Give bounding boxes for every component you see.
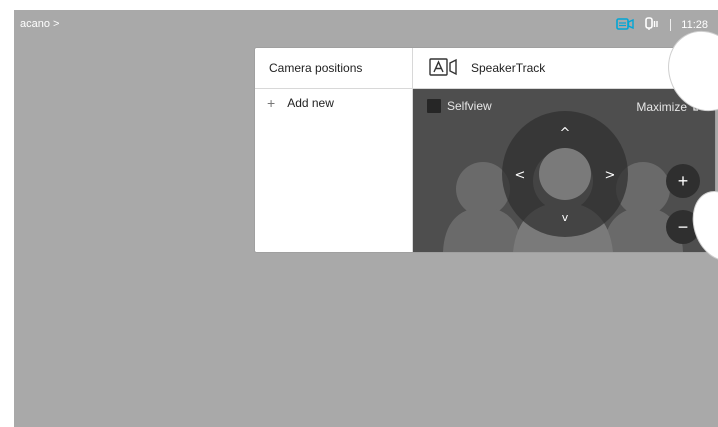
add-new-button[interactable]: + Add new	[255, 89, 412, 117]
camera-positions-column: Camera positions + Add new	[255, 48, 413, 252]
zoom-in-button[interactable]: +	[666, 164, 700, 198]
clock: 11:28	[681, 19, 708, 31]
camera-positions-title: Camera positions	[255, 48, 412, 89]
selfview-preview: Selfview Maximize ^ v < > + −	[413, 89, 715, 252]
pan-right-icon[interactable]: >	[605, 168, 616, 183]
speakertrack-icon	[429, 57, 459, 79]
add-new-label: Add new	[287, 96, 334, 110]
pan-up-icon[interactable]: ^	[560, 126, 571, 141]
speakertrack-label: SpeakerTrack	[471, 61, 546, 75]
zoom-out-icon: −	[677, 216, 689, 237]
camera-share-icon[interactable]	[616, 17, 634, 34]
checkbox-box[interactable]	[427, 99, 441, 113]
camera-direction-pad[interactable]: ^ v < >	[500, 109, 630, 239]
plus-icon: +	[267, 95, 276, 111]
pan-down-icon[interactable]: v	[562, 211, 569, 224]
selfview-label: Selfview	[447, 99, 492, 113]
maximize-label: Maximize	[636, 99, 687, 114]
zoom-in-icon: +	[677, 170, 689, 191]
device-name[interactable]: acano >	[20, 18, 59, 30]
microphone-icon[interactable]	[644, 16, 660, 34]
screen-background: acano > 11:28 Camera positions + Add new…	[14, 10, 718, 427]
camera-control-panel: Camera positions + Add new SpeakerTrack	[255, 48, 715, 252]
selfview-checkbox[interactable]: Selfview	[427, 99, 492, 113]
divider	[670, 19, 672, 31]
pan-left-icon[interactable]: <	[515, 168, 526, 183]
